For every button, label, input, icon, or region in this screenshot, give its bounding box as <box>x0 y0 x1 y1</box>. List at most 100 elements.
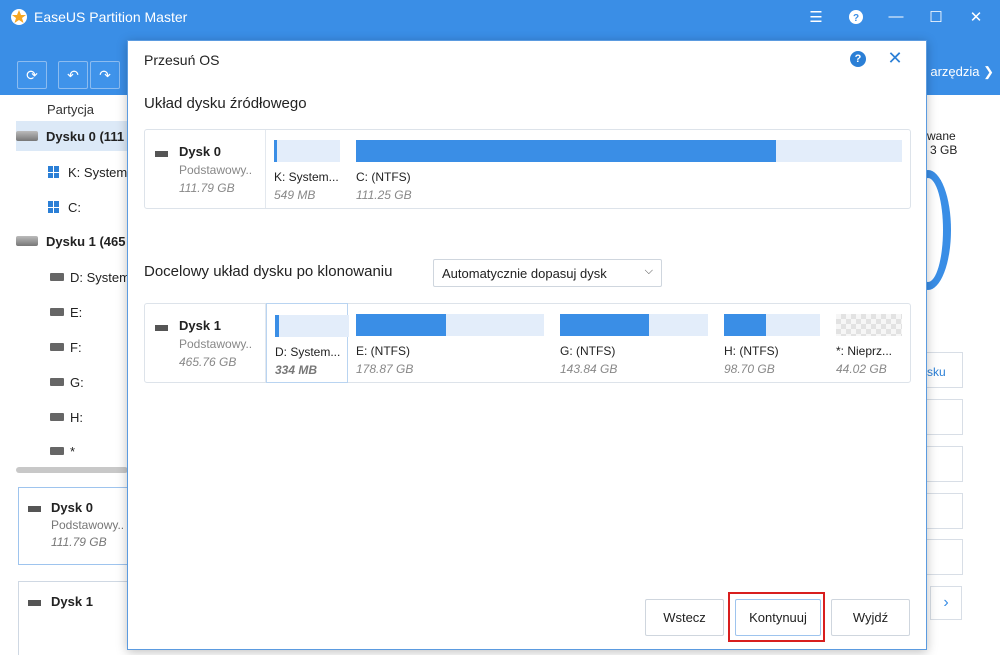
list-item-f[interactable]: F: <box>16 332 128 362</box>
target-disk-layout: Dysk 1 Podstawowy.. 465.76 GB D: System.… <box>144 303 911 383</box>
list-item-h[interactable]: H: <box>16 402 128 432</box>
source-disk-type: Podstawowy.. <box>179 163 253 177</box>
tools-menu-label: arzędzia <box>930 64 980 79</box>
source-disk-layout: Dysk 0 Podstawowy.. 111.79 GB K: System.… <box>144 129 911 209</box>
exit-button-label: Wyjdź <box>852 610 889 625</box>
target-partition[interactable]: E: (NTFS) 178.87 GB <box>356 314 544 376</box>
app-logo-icon <box>11 9 27 25</box>
close-app-button[interactable]: ✕ <box>956 0 996 33</box>
source-disk-name: Dysk 0 <box>179 144 221 159</box>
target-disk-size: 465.76 GB <box>179 355 237 369</box>
exit-button[interactable]: Wyjdź <box>831 599 910 636</box>
partition-bar <box>274 140 340 162</box>
list-item-k[interactable]: K: System <box>16 157 128 187</box>
disk-card-name: Dysk 0 <box>51 500 93 515</box>
partition-column-header: Partycja <box>47 102 94 117</box>
disk-icon <box>16 236 38 246</box>
right-pane-action-button[interactable] <box>927 399 963 435</box>
chevron-down-icon: ⌵ <box>644 265 653 277</box>
target-partition-selected[interactable]: D: System... 334 MB <box>266 303 349 383</box>
partition-icon <box>50 343 64 351</box>
source-partition[interactable]: K: System... 549 MB <box>274 140 340 202</box>
partition-label: H: (NTFS) <box>724 344 779 358</box>
right-pane-action-button[interactable]: sku <box>927 352 963 388</box>
target-partition-unallocated[interactable]: *: Nieprz... 44.02 GB <box>836 314 902 376</box>
source-partition[interactable]: C: (NTFS) 111.25 GB <box>356 140 902 202</box>
partition-size: 44.02 GB <box>836 362 887 376</box>
disk-card-0[interactable]: Dysk 0 Podstawowy.. 111.79 GB <box>18 487 128 565</box>
unallocated-bar <box>836 314 902 336</box>
partition-bar-fill <box>356 314 447 336</box>
list-item-label: Dysku 1 (465 <box>46 233 126 249</box>
source-layout-title: Układ dysku źródłowego <box>144 95 307 112</box>
partition-size: 334 MB <box>275 363 318 377</box>
chevron-right-icon[interactable]: › <box>930 586 962 620</box>
list-item-e[interactable]: E: <box>16 297 128 327</box>
list-item-disk0[interactable]: Dysku 0 (111 <box>16 121 128 151</box>
partition-list-pane: Partycja Dysku 0 (111 K: System C: Dysku… <box>0 95 128 655</box>
svg-text:?: ? <box>853 13 859 24</box>
horizontal-scrollbar[interactable] <box>16 467 128 473</box>
partition-icon <box>50 273 64 281</box>
target-partition[interactable]: H: (NTFS) 98.70 GB <box>724 314 820 376</box>
list-item-disk1[interactable]: Dysku 1 (465 <box>16 226 128 256</box>
partition-size: 98.70 GB <box>724 362 775 376</box>
disk-card-type: Podstawowy.. <box>51 518 125 532</box>
disk-icon <box>28 600 41 606</box>
partition-bar <box>724 314 820 336</box>
partition-label: K: System... <box>274 170 339 184</box>
partition-bar <box>275 315 349 337</box>
maximize-button[interactable]: ☐ <box>916 0 956 33</box>
windows-icon <box>48 166 60 178</box>
right-pane-text-2: 3 GB <box>930 143 958 157</box>
right-pane-text-1: wane <box>927 129 956 143</box>
target-mode-select[interactable]: Automatycznie dopasuj dysk ⌵ <box>433 259 662 287</box>
list-item-g[interactable]: G: <box>16 367 128 397</box>
target-partition[interactable]: G: (NTFS) 143.84 GB <box>560 314 708 376</box>
back-button-label: Wstecz <box>663 610 706 625</box>
list-item-unallocated[interactable]: * <box>16 436 128 466</box>
right-pane-action-button[interactable] <box>927 446 963 482</box>
dialog-close-icon[interactable]: ✕ <box>884 47 906 69</box>
tools-menu[interactable]: arzędzia ❯ <box>930 64 994 80</box>
partition-icon <box>50 308 64 316</box>
source-disk-size: 111.79 GB <box>179 181 235 195</box>
disk-icon <box>155 151 168 157</box>
disk-card-1[interactable]: Dysk 1 <box>18 581 128 655</box>
title-bar: EaseUS Partition Master ☰ ? — ☐ ✕ <box>0 0 1000 33</box>
partition-bar <box>356 314 544 336</box>
help-icon[interactable]: ? <box>836 0 876 33</box>
dialog-title: Przesuń OS <box>144 52 220 68</box>
partition-bar <box>356 140 902 162</box>
list-item-d[interactable]: D: System <box>16 262 128 292</box>
partition-bar-fill <box>356 140 777 162</box>
partition-bar-fill <box>274 140 278 162</box>
list-item-label: G: <box>70 374 84 390</box>
undo-icon[interactable]: ↶ <box>58 61 88 89</box>
partition-label: D: System... <box>275 345 341 359</box>
dialog-help-icon[interactable]: ? <box>850 51 866 67</box>
right-pane-action-button[interactable] <box>927 493 963 529</box>
target-disk-info: Dysk 1 Podstawowy.. 465.76 GB <box>145 304 266 382</box>
target-disk-type: Podstawowy.. <box>179 337 253 351</box>
partition-bar-fill <box>275 315 280 337</box>
source-disk-info: Dysk 0 Podstawowy.. 111.79 GB <box>145 130 266 208</box>
minimize-button[interactable]: — <box>876 0 916 33</box>
partition-label: G: (NTFS) <box>560 344 616 358</box>
partition-label: E: (NTFS) <box>356 344 410 358</box>
list-item-c[interactable]: C: <box>16 192 128 222</box>
back-button[interactable]: Wstecz <box>645 599 724 636</box>
disk-icon <box>28 506 41 512</box>
redo-icon[interactable]: ↷ <box>90 61 120 89</box>
partition-icon <box>50 413 64 421</box>
disk-card-size: 111.79 GB <box>51 535 107 549</box>
partition-size: 143.84 GB <box>560 362 618 376</box>
right-pane-action-button[interactable] <box>927 539 963 575</box>
list-item-label: E: <box>70 304 83 320</box>
menu-icon[interactable]: ☰ <box>796 0 836 33</box>
disk-icon <box>16 131 38 141</box>
partition-bar <box>560 314 708 336</box>
target-mode-value: Automatycznie dopasuj dysk <box>442 266 607 281</box>
disk-card-name: Dysk 1 <box>51 594 93 609</box>
refresh-icon[interactable]: ⟳ <box>17 61 47 89</box>
